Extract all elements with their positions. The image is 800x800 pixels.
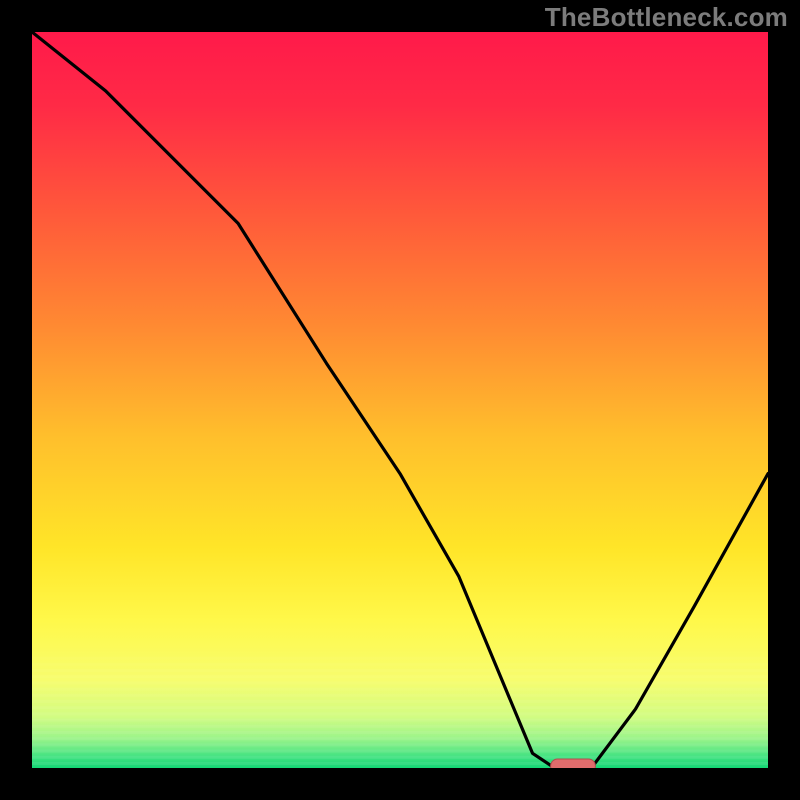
- plot-svg: [32, 32, 768, 768]
- chart-outer-frame: TheBottleneck.com: [0, 0, 800, 800]
- plot-area: [32, 32, 768, 768]
- watermark-text: TheBottleneck.com: [545, 2, 788, 33]
- optimal-marker: [551, 759, 596, 768]
